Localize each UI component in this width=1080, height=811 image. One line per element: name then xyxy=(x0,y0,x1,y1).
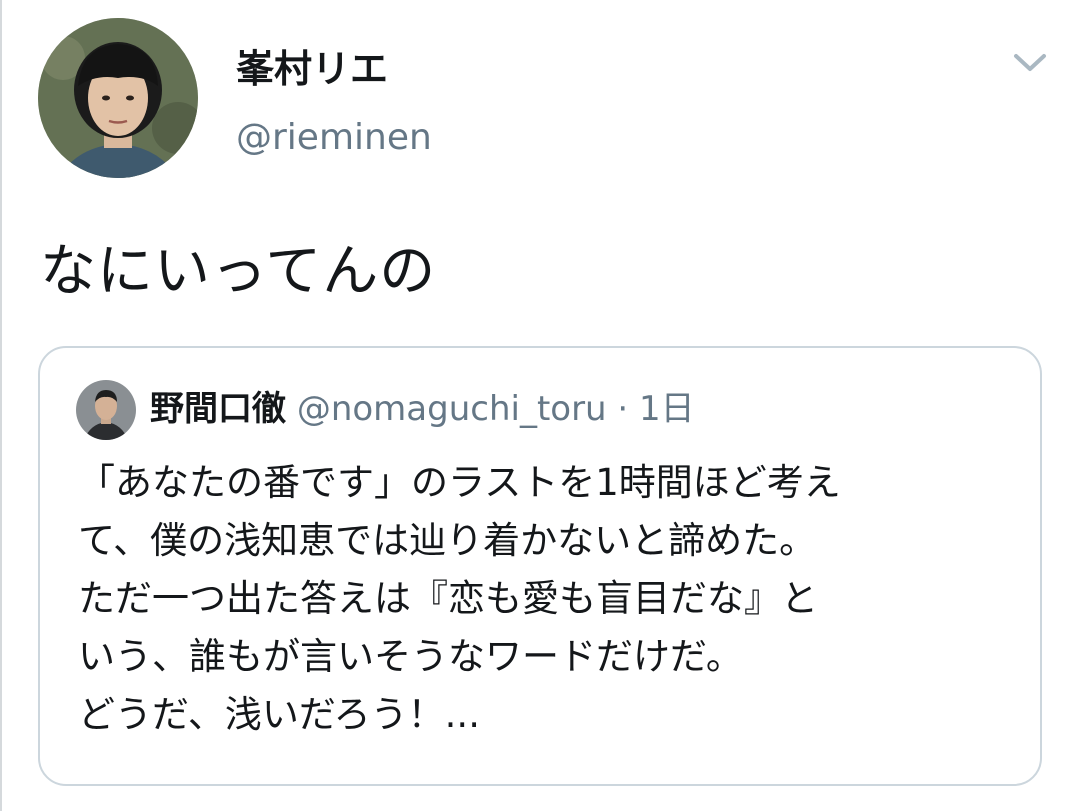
quoted-body-line: どうだ、浅いだろう！... xyxy=(78,693,480,736)
quoted-tweet-header: 野間口徹 @nomaguchi_toru · 1日 xyxy=(150,386,695,432)
header-separator: · xyxy=(617,389,629,429)
quoted-body-line: て、僕の浅知恵では辿り着かないと諦めた。 xyxy=(78,519,817,562)
author-display-name[interactable]: 峯村リエ xyxy=(236,38,388,93)
author-handle[interactable]: @rieminen xyxy=(236,117,432,158)
window-edge xyxy=(0,0,2,811)
chevron-down-icon[interactable] xyxy=(1010,44,1050,78)
quoted-tweet-timestamp[interactable]: 1日 xyxy=(639,389,695,429)
quoted-body-line: ただ一つ出た答えは『恋も愛も盲目だな』と xyxy=(78,577,818,620)
quoted-tweet-card[interactable]: 野間口徹 @nomaguchi_toru · 1日 「あなたの番です」のラストを… xyxy=(38,346,1042,786)
author-avatar[interactable] xyxy=(38,18,198,178)
quoted-author-avatar xyxy=(76,380,136,440)
quoted-author-display-name[interactable]: 野間口徹 xyxy=(150,389,286,429)
quoted-body-line: 「あなたの番です」のラストを1時間ほど考え xyxy=(78,461,841,504)
quoted-tweet-body: 「あなたの番です」のラストを1時間ほど考え て、僕の浅知恵では辿り着かないと諦め… xyxy=(78,454,1018,744)
tweet-text: なにいってんの xyxy=(40,239,437,304)
avatar-photo xyxy=(38,18,198,178)
quoted-avatar-photo xyxy=(76,380,136,440)
quoted-body-line: いう、誰もが言いそうなワードだけだ。 xyxy=(78,635,743,678)
quoted-author-handle[interactable]: @nomaguchi_toru xyxy=(297,389,607,429)
